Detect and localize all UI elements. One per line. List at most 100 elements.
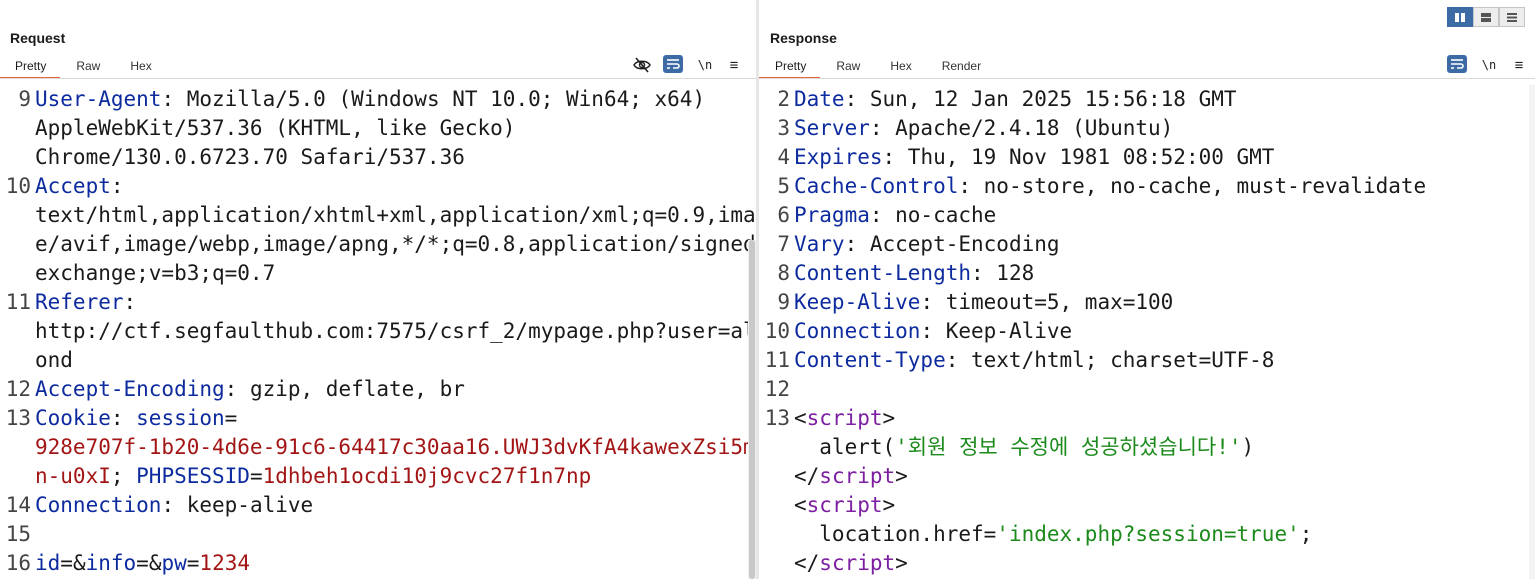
split-horizontal-icon[interactable]	[1473, 7, 1499, 27]
line-text: Cookie: session=	[35, 404, 756, 433]
response-tab-underline	[759, 78, 1535, 79]
line-text: </script>	[794, 462, 1535, 491]
code-line: 7 Vary: Accept-Encoding	[759, 230, 1535, 259]
line-text: exchange;v=b3;q=0.7	[35, 259, 756, 288]
line-text: Expires: Thu, 19 Nov 1981 08:52:00 GMT	[794, 143, 1535, 172]
code-line: 11 Referer:	[0, 288, 756, 317]
line-number	[0, 433, 35, 462]
code-line: http://ctf.segfaulthub.com:7575/csrf_2/m…	[0, 317, 756, 346]
token: 928e707f-1b20-4d6e-91c6-64417c30aa16.UWJ…	[35, 435, 756, 459]
response-tab-raw[interactable]: Raw	[820, 57, 874, 79]
code-line: 3 Server: Apache/2.4.18 (Ubuntu)	[759, 114, 1535, 143]
line-number: 6	[777, 203, 790, 227]
token: Chrome/130.0.6723.70 Safari/537.36	[35, 145, 465, 169]
token: : Accept-Encoding	[844, 232, 1060, 256]
response-tab-render[interactable]: Render	[926, 57, 995, 79]
code-line: 5 Cache-Control: no-store, no-cache, must…	[759, 172, 1535, 201]
token: alert(	[794, 435, 896, 459]
token: =	[186, 551, 200, 575]
token: pw	[161, 551, 187, 575]
menu-icon[interactable]: ≡	[1511, 55, 1527, 75]
wrap-icon[interactable]	[663, 55, 683, 73]
token: : Sun, 12 Jan 2025 15:56:18 GMT	[844, 87, 1237, 111]
request-tab-hex[interactable]: Hex	[114, 57, 165, 79]
token: 'index.php?session=true'	[996, 522, 1300, 546]
line-number: 14	[5, 493, 31, 517]
code-line: 4 Expires: Thu, 19 Nov 1981 08:52:00 GMT	[759, 143, 1535, 172]
token: : Apache/2.4.18 (Ubuntu)	[869, 116, 1174, 140]
token: ;	[1299, 522, 1313, 546]
response-scrollbar[interactable]	[1529, 85, 1535, 579]
token: Vary	[794, 232, 845, 256]
token: : text/html; charset=UTF-8	[945, 348, 1275, 372]
token: Expires	[794, 145, 883, 169]
request-scroll-thumb[interactable]	[749, 240, 755, 579]
line-number	[759, 491, 794, 520]
code-line: 12	[759, 375, 1535, 404]
token: 1234	[199, 551, 250, 575]
token: :	[110, 406, 137, 430]
token: : no-cache	[869, 203, 997, 227]
wrap-icon[interactable]	[1447, 55, 1467, 73]
code-line: n-u0xI; PHPSESSID=1dhbeh1ocdi10j9cvc27f1…	[0, 462, 756, 491]
line-number	[0, 346, 35, 375]
token: =	[249, 464, 263, 488]
request-scrollbar[interactable]	[748, 240, 756, 579]
code-line: 10 Connection: Keep-Alive	[759, 317, 1535, 346]
token: info	[85, 551, 137, 575]
code-line: 11 Content-Type: text/html; charset=UTF-8	[759, 346, 1535, 375]
menu-icon[interactable]: ≡	[726, 55, 742, 75]
line-text: ond	[35, 346, 756, 375]
token: : 128	[971, 261, 1035, 285]
line-text: <script>	[794, 491, 1535, 520]
line-number: 9	[777, 290, 790, 314]
newline-toggle[interactable]: \n	[696, 55, 714, 75]
token: '회원 정보 수정에 성공하셨습니다!'	[895, 435, 1242, 459]
eye-off-icon[interactable]	[632, 55, 652, 75]
line-number: 9	[18, 87, 31, 111]
token: :	[123, 290, 137, 314]
response-tab-pretty[interactable]: Pretty	[759, 57, 821, 79]
token: <	[794, 406, 807, 430]
line-text: Cache-Control: no-store, no-cache, must-…	[794, 172, 1535, 201]
token: Date	[794, 87, 845, 111]
line-text: Date: Sun, 12 Jan 2025 15:56:18 GMT	[794, 85, 1535, 114]
line-number: 8	[777, 261, 790, 285]
token: User-Agent	[35, 87, 162, 111]
line-number	[759, 549, 794, 578]
line-text: Keep-Alive: timeout=5, max=100	[794, 288, 1535, 317]
layout-switcher	[1447, 7, 1525, 27]
line-number	[0, 259, 35, 288]
token: Pragma	[794, 203, 870, 227]
split-vertical-icon[interactable]	[1447, 7, 1473, 27]
token: exchange;v=b3;q=0.7	[35, 261, 276, 285]
newline-toggle[interactable]: \n	[1480, 55, 1498, 75]
token: session	[136, 406, 225, 430]
line-text: Connection: keep-alive	[35, 491, 756, 520]
request-tab-pretty[interactable]: Pretty	[0, 57, 61, 79]
line-text: n-u0xI; PHPSESSID=1dhbeh1ocdi10j9cvc27f1…	[35, 462, 756, 491]
code-line: 15	[0, 520, 756, 549]
response-editor[interactable]: 2 Date: Sun, 12 Jan 2025 15:56:18 GMT 3 Ser…	[759, 85, 1535, 579]
token: ond	[35, 348, 73, 372]
request-tab-raw[interactable]: Raw	[60, 57, 114, 79]
token: Keep-Alive	[794, 290, 921, 314]
token: Server	[794, 116, 870, 140]
line-number: 16	[5, 551, 31, 575]
line-number	[759, 433, 794, 462]
tabbed-icon[interactable]	[1499, 7, 1525, 27]
line-text: Chrome/130.0.6723.70 Safari/537.36	[35, 143, 756, 172]
code-line: 12 Accept-Encoding: gzip, deflate, br	[0, 375, 756, 404]
response-tab-hex[interactable]: Hex	[874, 57, 925, 79]
token: >	[882, 493, 896, 517]
line-text: 928e707f-1b20-4d6e-91c6-64417c30aa16.UWJ…	[35, 433, 756, 462]
token: =	[224, 406, 238, 430]
line-number	[0, 230, 35, 259]
token: 1dhbeh1ocdi10j9cvc27f1n7np	[262, 464, 592, 488]
code-line: 9 User-Agent: Mozilla/5.0 (Windows NT 10.…	[0, 85, 756, 114]
line-number: 3	[777, 116, 790, 140]
token: </	[794, 551, 820, 575]
request-editor[interactable]: 9 User-Agent: Mozilla/5.0 (Windows NT 10.…	[0, 85, 756, 579]
line-number	[0, 201, 35, 230]
token: : keep-alive	[161, 493, 314, 517]
